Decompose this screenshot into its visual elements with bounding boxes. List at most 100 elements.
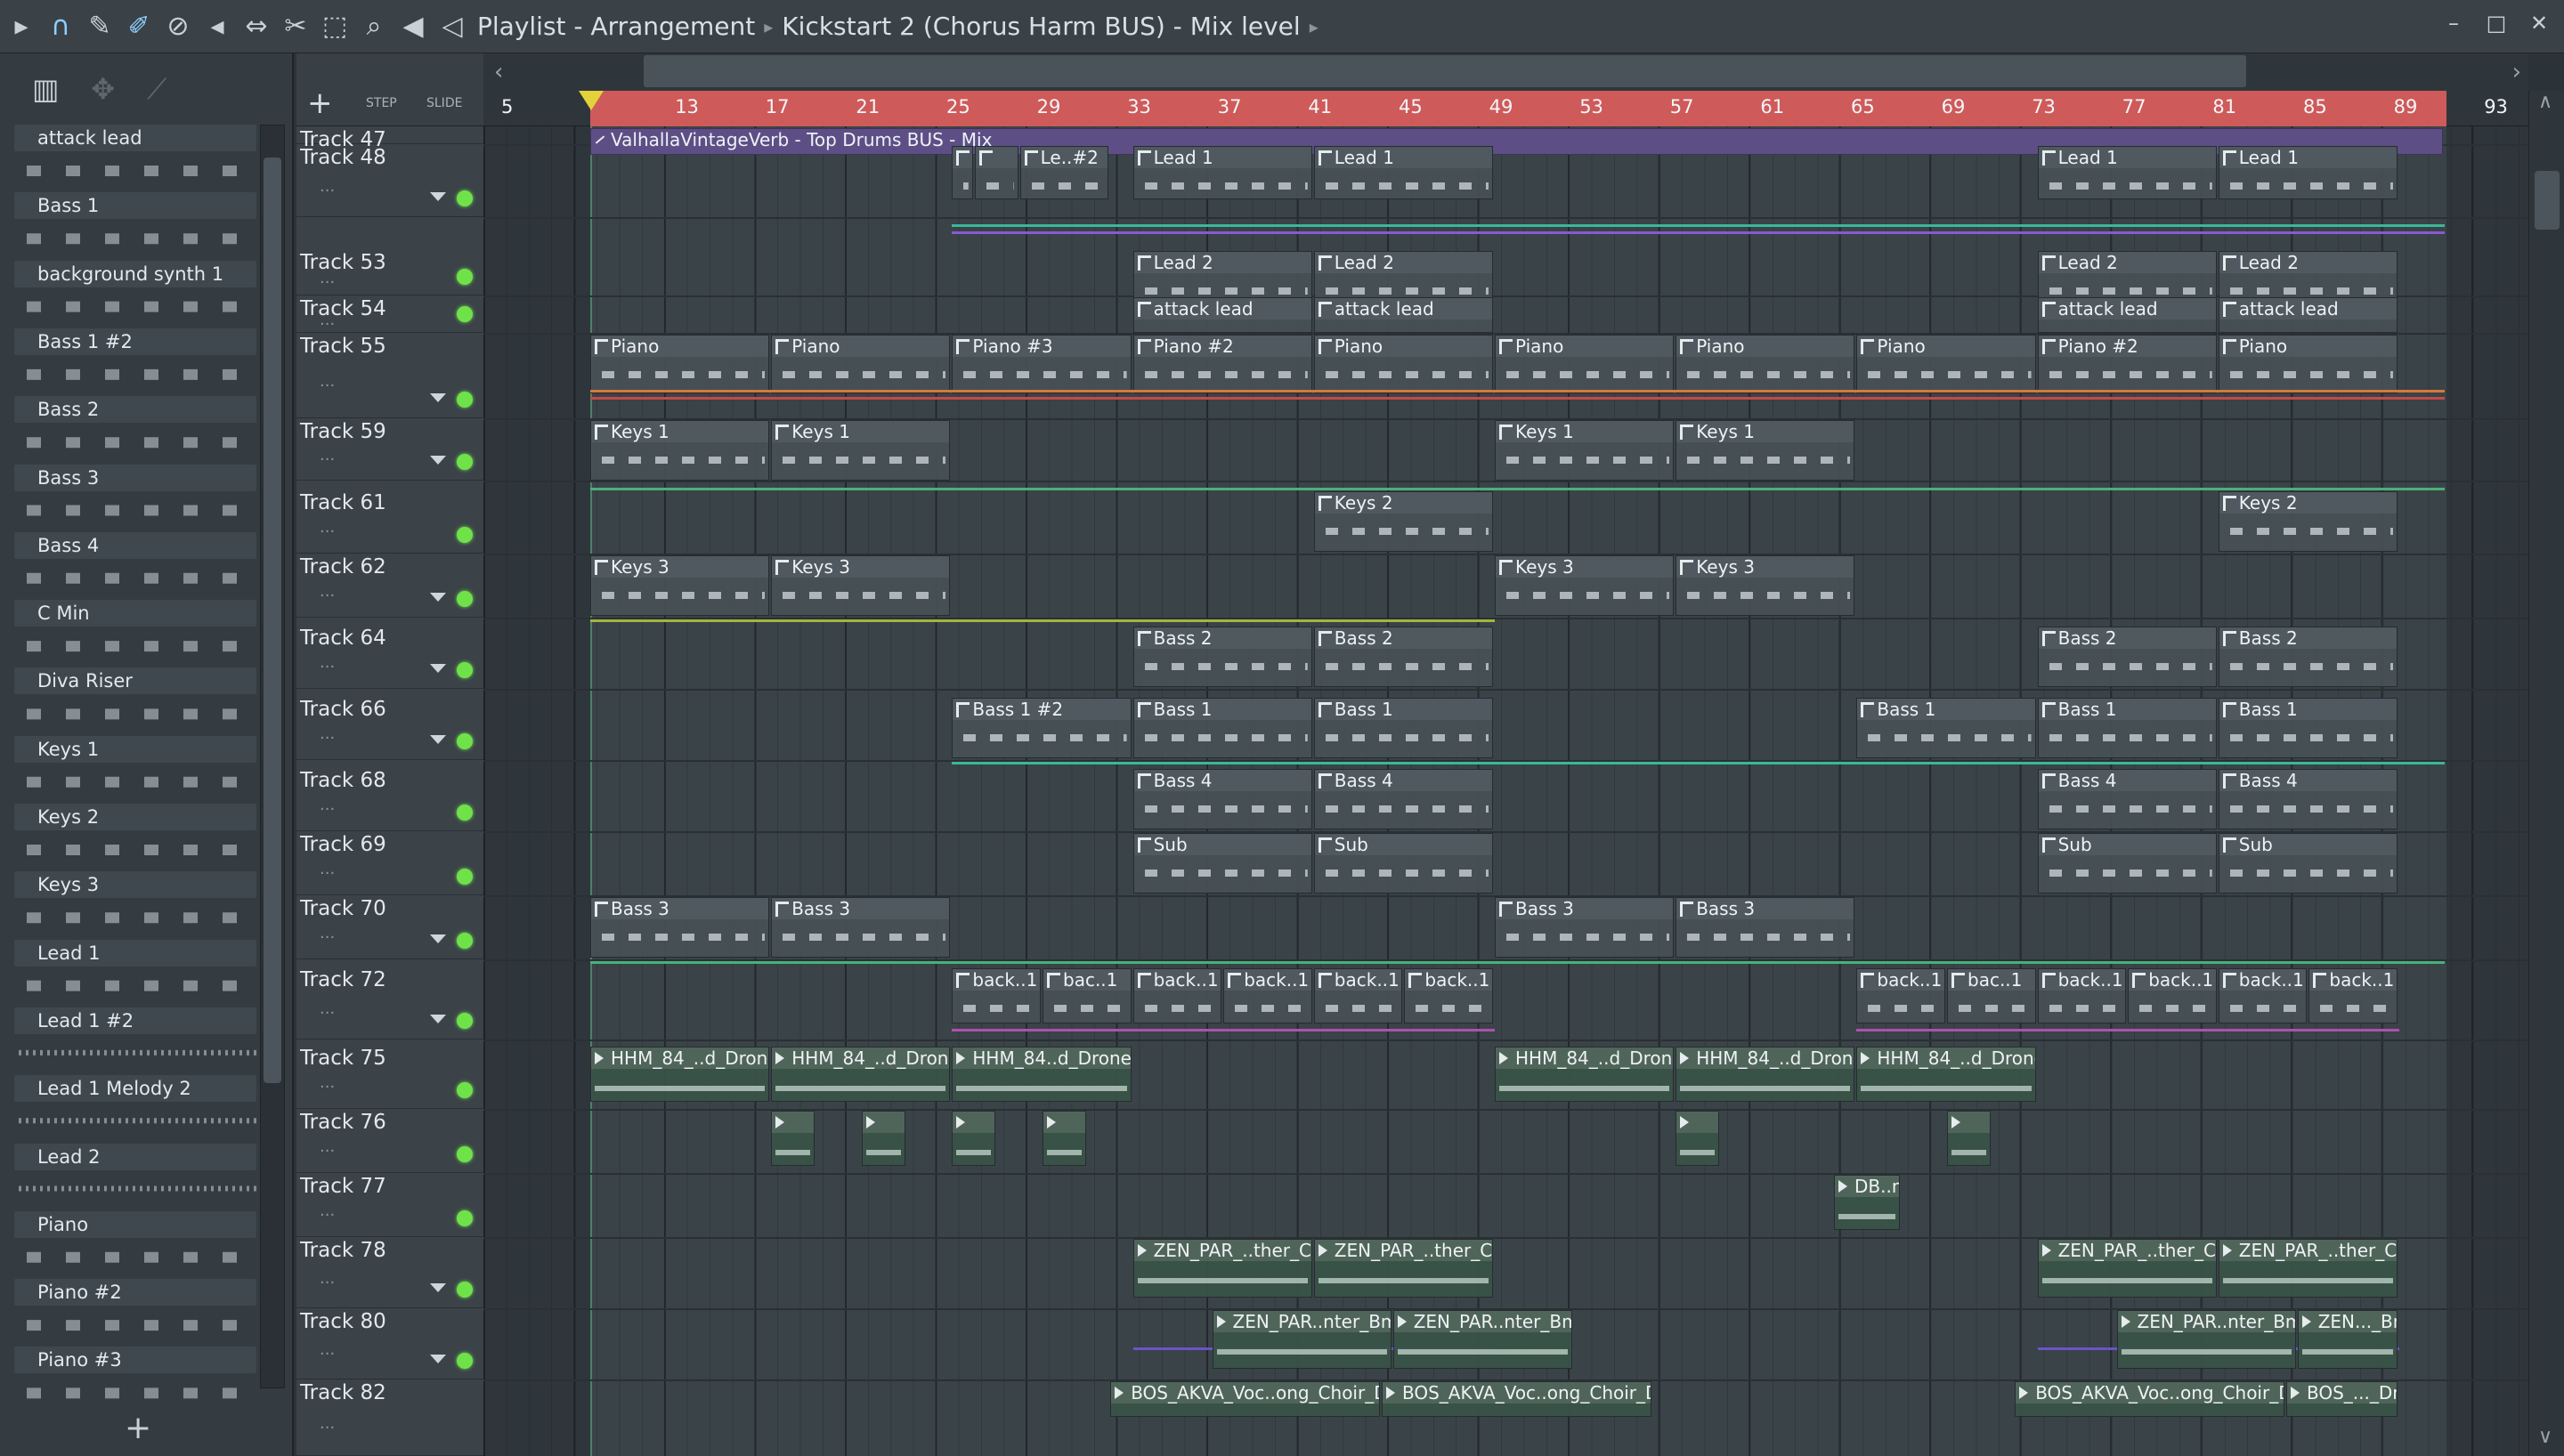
playlist-clip[interactable]: Piano — [1495, 335, 1675, 393]
track-mute-led[interactable] — [457, 869, 473, 885]
track-options-icon[interactable]: ... — [320, 1269, 335, 1288]
track-mute-led[interactable] — [457, 1282, 473, 1298]
track-mute-led[interactable] — [457, 1013, 473, 1029]
playlist-clip[interactable]: Bass 3 — [590, 897, 770, 958]
delete-icon[interactable]: ⊘ — [160, 9, 196, 44]
track-expand-icon[interactable] — [430, 664, 446, 673]
playlist-clip[interactable]: Keys 1 — [1495, 420, 1675, 481]
playlist-clip[interactable]: bac..1 — [1043, 968, 1132, 1023]
track-mute-led[interactable] — [457, 1146, 473, 1162]
playlist-clip[interactable]: ZEN_PAR..nter_Bm — [1212, 1310, 1392, 1369]
scroll-up-icon[interactable]: ∧ — [2538, 91, 2552, 113]
playlist-clip[interactable]: HHM_84_..d_Drone — [771, 1047, 951, 1102]
track-expand-icon[interactable] — [430, 593, 446, 602]
playlist-clip[interactable]: Bass 3 — [1495, 897, 1675, 958]
pattern-item[interactable]: Keys 3 — [14, 871, 256, 939]
playlist-clip[interactable]: HHM_84_..d_Drone — [590, 1047, 770, 1102]
playlist-clip[interactable]: BOS_..._Dm — [2286, 1381, 2398, 1417]
paint-brush-icon[interactable]: ✐ — [121, 9, 157, 44]
playlist-clip[interactable]: Bass 3 — [771, 897, 951, 958]
track-header[interactable]: Track 80... — [296, 1308, 483, 1379]
playlist-clip[interactable]: Piano — [1313, 335, 1493, 393]
playlist-clip[interactable] — [1676, 1111, 1719, 1166]
pattern-item[interactable]: Piano #3 — [14, 1347, 256, 1414]
playlist-clip[interactable]: Piano — [771, 335, 951, 393]
pattern-item[interactable]: Keys 1 — [14, 735, 256, 804]
picker-scrollbar[interactable] — [260, 125, 285, 1388]
pattern-item[interactable]: Keys 2 — [14, 804, 256, 871]
pattern-item[interactable]: Diva Riser — [14, 667, 256, 735]
playlist-clip[interactable]: back..1 — [2218, 968, 2308, 1023]
track-header[interactable]: Track 47 — [296, 126, 483, 151]
playlist-clip[interactable]: ZEN_PAR..nter_Bm — [2116, 1310, 2296, 1369]
playlist-clip[interactable]: Lead 2 — [1132, 251, 1312, 303]
track-mute-led[interactable] — [457, 733, 473, 749]
playlist-clip[interactable]: ZEN_PAR_..ther_Cm — [2218, 1239, 2398, 1298]
track-options-icon[interactable]: ... — [320, 860, 335, 878]
playlist-clip[interactable]: Bass 1 — [2218, 698, 2398, 758]
track-mute-led[interactable] — [457, 1082, 473, 1098]
playlist-clip[interactable]: ZEN_PAR..nter_Bm — [1392, 1310, 1572, 1369]
menu-arrow-icon[interactable]: ▸ — [4, 9, 39, 44]
zoom-icon[interactable]: ⌕ — [356, 9, 392, 44]
playlist-clip[interactable]: HHM_84_..d_Drone — [1856, 1047, 2036, 1102]
playhead-marker-icon[interactable] — [579, 91, 604, 110]
track-expand-icon[interactable] — [430, 934, 446, 943]
track-mute-led[interactable] — [457, 933, 473, 949]
track-expand-icon[interactable] — [430, 735, 446, 744]
track-header[interactable]: Track 48... — [296, 144, 483, 217]
maximize-icon[interactable]: □ — [2480, 7, 2512, 39]
playlist-clip[interactable]: Bass 1 — [2037, 698, 2217, 758]
track-header[interactable]: Track 62... — [296, 554, 483, 618]
track-expand-icon[interactable] — [430, 456, 446, 465]
playlist-clip[interactable]: Keys 2 — [2218, 491, 2398, 552]
track-header[interactable]: Track 68... — [296, 767, 483, 831]
playlist-clip[interactable]: Piano #2 — [2037, 335, 2217, 393]
playlist-clip[interactable]: BOS_AKVA_Voc..ong_Choir_Dm — [2015, 1381, 2284, 1417]
track-options-icon[interactable]: ... — [320, 518, 335, 537]
track-header[interactable]: Track 70... — [296, 895, 483, 959]
pattern-item[interactable]: Bass 3 — [14, 464, 256, 532]
track-header[interactable]: Track 82... — [296, 1379, 483, 1456]
pattern-item[interactable]: Lead 1 Melody 2 — [14, 1075, 256, 1143]
track-header[interactable]: Track 77... — [296, 1173, 483, 1237]
playlist-clip[interactable]: Lead 2 — [2218, 251, 2398, 303]
piano-keys-icon[interactable]: ▥ — [32, 72, 59, 106]
playlist-clip[interactable]: back..1 — [1132, 968, 1222, 1023]
track-expand-icon[interactable] — [430, 1355, 446, 1363]
track-header[interactable]: Track 53... — [296, 249, 483, 295]
playlist-clip[interactable] — [974, 146, 1018, 199]
scroll-left-icon[interactable]: ‹ — [494, 59, 503, 85]
playlist-clip[interactable] — [1947, 1111, 1991, 1166]
playlist-clip[interactable]: Piano #2 — [1132, 335, 1312, 393]
slip-icon[interactable]: ⇔ — [239, 9, 274, 44]
pattern-item[interactable]: Bass 1 #2 — [14, 328, 256, 396]
playlist-clip[interactable]: ZEN..._Bm — [2297, 1310, 2398, 1369]
add-pattern-button[interactable]: + — [125, 1410, 151, 1446]
playlist-clip[interactable]: HHM_84..d_Drone — [952, 1047, 1132, 1102]
playlist-clip[interactable]: back..1 — [952, 968, 1041, 1023]
playlist-clip[interactable]: Piano — [2218, 335, 2398, 393]
track-header[interactable]: Track 75... — [296, 1045, 483, 1109]
track-mute-led[interactable] — [457, 805, 473, 821]
playlist-clip[interactable]: Bass 1 — [1132, 698, 1312, 758]
playlist-clip[interactable] — [1043, 1111, 1086, 1166]
playlist-clip[interactable]: Piano — [1856, 335, 2036, 393]
track-expand-icon[interactable] — [430, 1283, 446, 1292]
track-mute-led[interactable] — [457, 306, 473, 322]
playlist-clip[interactable]: ZEN_PAR_..ther_Cm — [1313, 1239, 1493, 1298]
track-expand-icon[interactable] — [430, 393, 446, 402]
track-options-icon[interactable]: ... — [320, 372, 335, 391]
playlist-clip[interactable]: Bass 2 — [1132, 627, 1312, 687]
pattern-item[interactable]: Bass 1 — [14, 192, 256, 260]
playlist-clip[interactable]: back..1 — [1856, 968, 1945, 1023]
playlist-clip[interactable]: Piano — [1676, 335, 1855, 393]
playlist-clip[interactable]: Keys 1 — [1676, 420, 1855, 481]
playlist-clip[interactable]: Bass 3 — [1676, 897, 1855, 958]
playlist-clip[interactable]: Lead 1 — [2037, 146, 2217, 199]
playlist-clip[interactable]: attack lead — [2037, 297, 2217, 333]
track-mute-led[interactable] — [457, 591, 473, 607]
pattern-item[interactable]: Piano — [14, 1210, 256, 1279]
playlist-clip[interactable]: Lead 2 — [1313, 251, 1493, 303]
breadcrumb-playlist[interactable]: Playlist - Arrangement — [477, 12, 755, 41]
